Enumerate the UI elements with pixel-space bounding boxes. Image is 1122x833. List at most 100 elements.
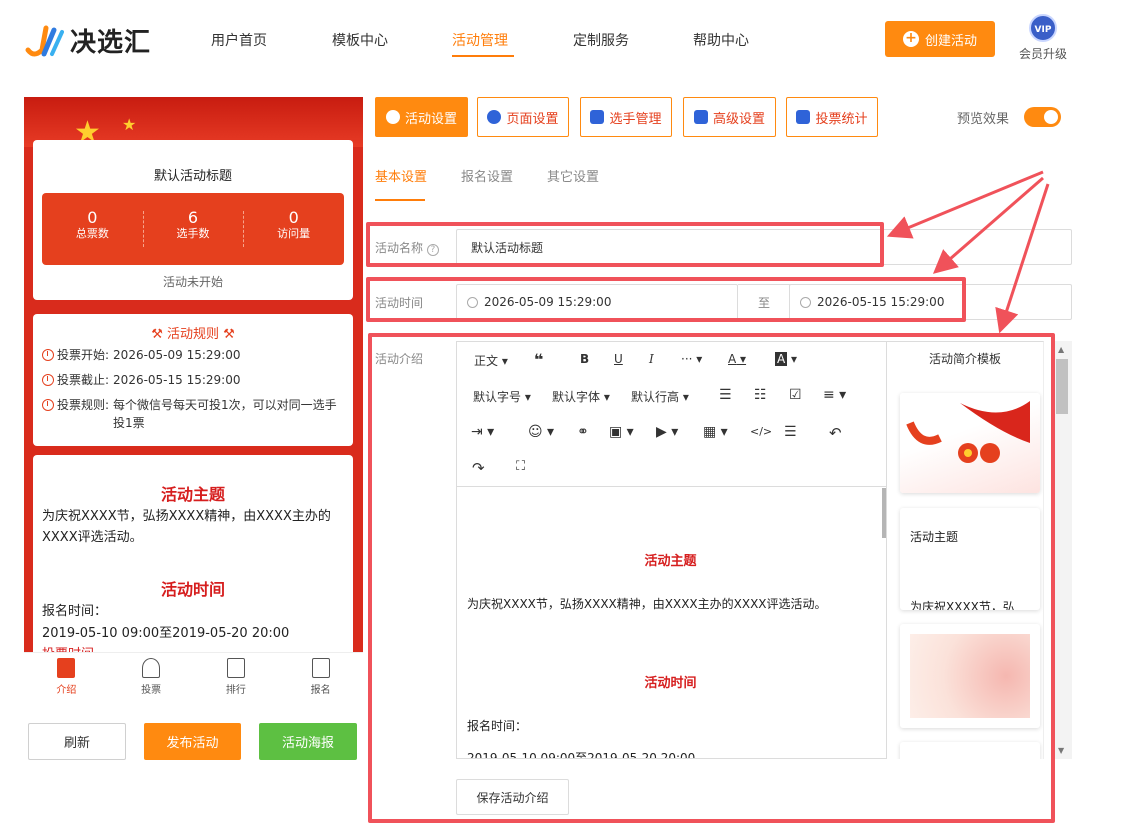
nav-item-help[interactable]: 帮助中心 xyxy=(693,30,749,50)
vip-icon: VIP xyxy=(1029,14,1057,42)
activity-info-card: 默认活动标题 0 总票数 6 选手数 0 访问量 活动未开始 xyxy=(33,140,353,300)
tab-rank-label: 排行 xyxy=(225,685,246,696)
scroll-down-icon[interactable]: ▼ xyxy=(1058,746,1064,755)
arrow-to-intro xyxy=(995,183,1050,334)
user-icon xyxy=(142,658,161,678)
theme-text: 为庆祝XXXX节，弘扬XXXX精神，由XXXX主办的XXXX评选活动。 xyxy=(42,509,331,545)
tab-activity-settings[interactable]: 活动设置 xyxy=(375,97,468,137)
preview-toggle-label: 预览效果 xyxy=(957,112,1010,127)
highlight-box-time xyxy=(366,277,966,322)
rule-label: 投票截止: xyxy=(57,373,110,387)
tab-rank[interactable]: 排行 xyxy=(194,653,279,704)
stat-value: 0 xyxy=(288,208,299,227)
stat-contestants: 6 选手数 xyxy=(142,193,244,265)
tab-label: 选手管理 xyxy=(609,111,662,127)
tab-label: 投票统计 xyxy=(815,111,868,127)
vip-label: 会员升级 xyxy=(1018,47,1067,61)
nav-active-underline xyxy=(452,55,514,57)
stat-value: 0 xyxy=(87,208,98,227)
signup-range: 2019-05-10 09:00至2019-05-20 20:00 xyxy=(42,626,290,641)
preview-toggle[interactable] xyxy=(1024,107,1061,127)
hammer-icon: ⚒ xyxy=(151,327,167,342)
mobile-preview: ★ ★ 默认活动标题 0 总票数 6 选手数 0 访问量 活动未开始 ⚒ 活动规… xyxy=(24,97,363,697)
activity-poster-button[interactable]: 活动海报 xyxy=(259,723,357,760)
star-icon: ★ xyxy=(122,115,137,134)
tab-advanced-settings[interactable]: 高级设置 xyxy=(683,97,776,137)
preview-activity-title: 默认活动标题 xyxy=(153,169,232,184)
rules-title: ⚒ 活动规则 ⚒ xyxy=(33,323,353,342)
rule-label: 投票开始: xyxy=(57,348,110,362)
info-icon xyxy=(42,399,54,411)
logo[interactable]: 决选汇 xyxy=(24,18,174,62)
tab-contestant-manage[interactable]: 选手管理 xyxy=(580,97,672,137)
theme-heading: 活动主题 xyxy=(160,485,225,504)
scroll-up-icon[interactable]: ▲ xyxy=(1058,345,1064,354)
tab-intro-label: 介绍 xyxy=(56,685,77,696)
bar-chart-icon xyxy=(796,110,811,124)
stat-label: 总票数 xyxy=(75,227,109,240)
tab-label: 高级设置 xyxy=(712,111,765,127)
rules-title-text: 活动规则 xyxy=(166,327,219,342)
refresh-button[interactable]: 刷新 xyxy=(28,723,126,760)
arrow-to-name xyxy=(886,170,1044,239)
logo-text: 决选汇 xyxy=(70,27,152,58)
highlight-box-name xyxy=(366,222,884,267)
stat-label: 访问量 xyxy=(277,227,311,240)
tab-signup-label: 报名 xyxy=(310,685,331,696)
nav-item-home[interactable]: 用户首页 xyxy=(211,30,267,50)
subtab-signup[interactable]: 报名设置 xyxy=(461,166,513,185)
nav-item-custom-service[interactable]: 定制服务 xyxy=(573,30,629,50)
rule-value: 每个微信号每天可投1次，可以对同一选手投1票 xyxy=(113,398,337,430)
tab-page-settings[interactable]: 页面设置 xyxy=(477,97,569,137)
hammer-icon: ⚒ xyxy=(219,327,235,342)
stat-label: 选手数 xyxy=(176,227,210,240)
tab-vote-label: 投票 xyxy=(141,685,162,696)
signup-label: 报名时间： xyxy=(42,604,108,619)
stat-visits: 0 访问量 xyxy=(243,193,344,265)
rule-vote-start: 投票开始: 2026-05-09 15:29:00 xyxy=(42,346,342,364)
clock-icon xyxy=(42,349,54,361)
subtab-underline xyxy=(375,199,425,201)
subtab-other[interactable]: 其它设置 xyxy=(547,166,599,185)
rules-card: ⚒ 活动规则 ⚒ 投票开始: 2026-05-09 15:29:00 投票截止:… xyxy=(33,314,353,446)
activity-status: 活动未开始 xyxy=(162,275,223,289)
subtab-basic[interactable]: 基本设置 xyxy=(375,166,427,185)
rule-vote-rule: 投票规则: 每个微信号每天可投1次，可以对同一选手投1票 xyxy=(42,396,342,432)
star-icon xyxy=(385,110,400,124)
rule-value: 2026-05-15 15:29:00 xyxy=(113,373,241,387)
arrow-to-time xyxy=(932,176,1044,274)
plus-icon: + xyxy=(902,31,919,47)
logo-mark-icon xyxy=(25,25,64,57)
nav-item-activity-manage[interactable]: 活动管理 xyxy=(452,30,508,50)
gear-icon xyxy=(487,110,502,124)
document-icon xyxy=(57,658,76,678)
annotation-arrows xyxy=(886,170,1050,334)
tab-label: 页面设置 xyxy=(506,111,559,127)
tab-vote-stats[interactable]: 投票统计 xyxy=(786,97,878,137)
highlight-box-intro xyxy=(368,333,1055,823)
nav-item-templates[interactable]: 模板中心 xyxy=(332,30,388,50)
preview-tabbar: 介绍 投票 排行 报名 xyxy=(24,652,363,704)
users-icon xyxy=(590,110,605,124)
rule-vote-end: 投票截止: 2026-05-15 15:29:00 xyxy=(42,371,342,389)
publish-activity-button[interactable]: 发布活动 xyxy=(144,723,241,760)
template-scrollbar[interactable]: ▲ ▼ xyxy=(1054,341,1072,759)
rule-label: 投票规则: xyxy=(57,398,110,412)
tab-label: 活动设置 xyxy=(404,111,457,127)
time-heading: 活动时间 xyxy=(160,580,225,599)
sliders-icon xyxy=(693,110,708,124)
create-activity-label: 创建活动 xyxy=(924,33,977,49)
tab-vote[interactable]: 投票 xyxy=(109,653,194,704)
create-activity-button[interactable]: + 创建活动 xyxy=(885,21,995,57)
template-scroll-thumb[interactable] xyxy=(1056,359,1068,414)
rule-value: 2026-05-09 15:29:00 xyxy=(113,348,241,362)
clock-icon xyxy=(42,374,54,386)
stat-value: 6 xyxy=(187,208,199,227)
vip-upgrade[interactable]: VIP 会员升级 xyxy=(1017,14,1069,64)
stats-panel: 0 总票数 6 选手数 0 访问量 xyxy=(42,193,344,265)
tab-intro[interactable]: 介绍 xyxy=(24,653,109,704)
tab-signup[interactable]: 报名 xyxy=(278,653,363,704)
bar-chart-icon xyxy=(226,658,245,678)
stat-total-votes: 0 总票数 xyxy=(42,193,143,265)
signup-icon xyxy=(311,658,330,678)
